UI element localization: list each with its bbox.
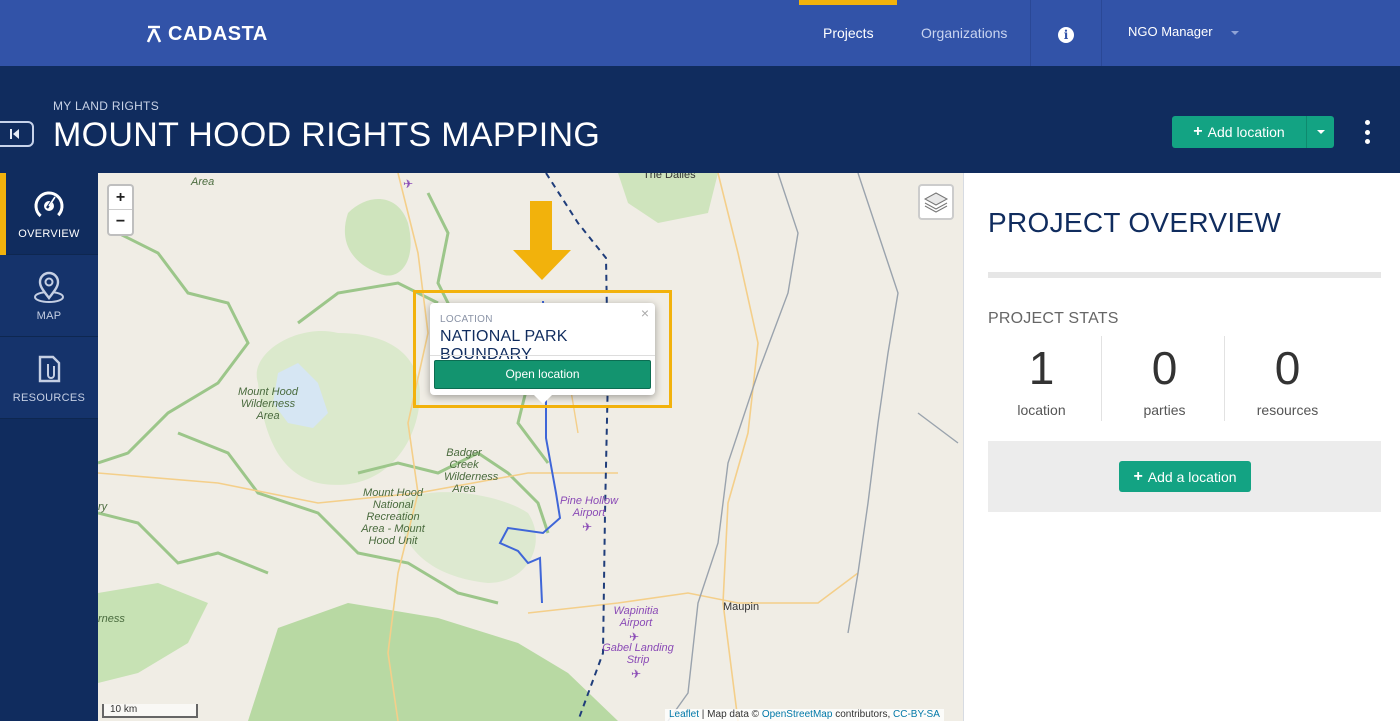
add-location-callout: + Add a location xyxy=(988,441,1381,512)
map-label-mount-hood-wilderness: Mount Hood Wilderness Area xyxy=(238,386,298,422)
layers-button[interactable] xyxy=(918,184,954,220)
open-location-button[interactable]: Open location xyxy=(434,360,651,389)
nav-divider xyxy=(1030,0,1031,66)
map-label-maupin: Maupin xyxy=(723,601,760,613)
callout-arrow-shaft xyxy=(530,201,552,255)
close-icon[interactable]: × xyxy=(641,305,649,321)
user-name: NGO Manager xyxy=(1128,24,1213,39)
popup-title: NATIONAL PARK BOUNDARY xyxy=(440,328,568,363)
stats-label: PROJECT STATS xyxy=(988,310,1119,327)
add-location-button-group: + Add location xyxy=(1172,116,1334,148)
more-options-icon[interactable] xyxy=(1364,120,1370,144)
chevron-down-icon xyxy=(1316,130,1325,134)
logo-mark-icon xyxy=(146,25,162,43)
zoom-control: + − xyxy=(107,184,134,236)
divider xyxy=(430,355,655,356)
collapse-sidebar-button[interactable] xyxy=(0,121,34,147)
stat-parties: 0 parties xyxy=(1103,336,1226,421)
sidebar-item-label: MAP xyxy=(36,309,62,322)
add-a-location-button[interactable]: + Add a location xyxy=(1119,461,1251,492)
logo-text: CADASTA xyxy=(168,22,268,45)
osm-link[interactable]: OpenStreetMap xyxy=(762,709,833,720)
nav-organizations[interactable]: Organizations xyxy=(921,0,1007,66)
organization-label[interactable]: MY LAND RIGHTS xyxy=(53,99,159,113)
nav-projects[interactable]: Projects xyxy=(823,0,874,66)
project-header: MY LAND RIGHTS MOUNT HOOD RIGHTS MAPPING… xyxy=(0,66,1400,173)
stat-label: location xyxy=(1017,402,1066,418)
map-label-the-dalles: The Dalles xyxy=(643,173,696,181)
stat-value: 1 xyxy=(1028,342,1055,394)
stat-locations: 1 location xyxy=(980,336,1103,421)
location-popup: × LOCATION NATIONAL PARK BOUNDARY Open l… xyxy=(430,303,655,404)
panel-title: PROJECT OVERVIEW xyxy=(988,207,1282,238)
map-label-area: Area xyxy=(191,176,215,188)
project-sidebar: OVERVIEW MAP RESOURCES xyxy=(0,173,98,721)
zoom-in-button[interactable]: + xyxy=(109,186,132,210)
popup-label: LOCATION xyxy=(440,314,493,325)
stat-value: 0 xyxy=(1274,342,1301,394)
map-label-pine-hollow: Pine Hollow Airport xyxy=(559,495,619,519)
add-location-label: Add location xyxy=(1207,124,1285,140)
project-overview-panel: PROJECT OVERVIEW PROJECT STATS 1 locatio… xyxy=(963,173,1400,721)
dashboard-icon xyxy=(34,191,64,220)
plus-icon: + xyxy=(1193,123,1203,140)
sidebar-item-label: RESOURCES xyxy=(12,391,86,404)
map-label-mount-hood-nra: Mount Hood National Recreation Area - Mo… xyxy=(361,487,425,547)
leaflet-link[interactable]: Leaflet xyxy=(669,709,699,720)
collapse-arrow-icon xyxy=(12,129,19,139)
file-clip-icon xyxy=(38,355,61,382)
add-location-button[interactable]: + Add location xyxy=(1172,116,1307,148)
sidebar-item-overview[interactable]: OVERVIEW xyxy=(0,173,98,255)
map-label-gabel: Gabel Landing Strip xyxy=(602,642,674,666)
callout-arrow-icon xyxy=(513,250,571,280)
sidebar-item-label: OVERVIEW xyxy=(18,227,80,240)
plus-icon: + xyxy=(1133,467,1143,485)
zoom-out-button[interactable]: − xyxy=(109,210,132,234)
add-location-dropdown-toggle[interactable] xyxy=(1307,116,1334,148)
map-label-wapinitia: Wapinitia Airport xyxy=(613,605,659,629)
sidebar-item-resources[interactable]: RESOURCES xyxy=(0,337,98,419)
attribution-contrib: contributors, xyxy=(832,709,894,720)
add-a-location-label: Add a location xyxy=(1147,468,1237,485)
chevron-down-icon xyxy=(1230,30,1239,35)
divider xyxy=(1224,336,1225,421)
stat-value: 0 xyxy=(1151,342,1178,394)
license-link[interactable]: CC-BY-SA xyxy=(893,709,940,720)
map-pin-icon xyxy=(34,271,64,303)
svg-text:✈: ✈ xyxy=(403,177,413,191)
map-label-rness: rness xyxy=(98,613,125,625)
nav-divider xyxy=(1101,0,1102,66)
divider xyxy=(1101,336,1102,421)
stat-label: parties xyxy=(1143,402,1186,418)
attribution-text: | Map data © xyxy=(699,709,762,720)
top-navbar: CADASTA Projects Organizations i NGO Man… xyxy=(0,0,1400,66)
map-attribution: Leaflet | Map data © OpenStreetMap contr… xyxy=(665,709,944,721)
layers-icon xyxy=(923,192,949,213)
stat-label: resources xyxy=(1256,402,1319,418)
collapse-bar-icon xyxy=(9,129,12,139)
map-label-ry: ry xyxy=(98,501,108,513)
user-menu[interactable]: NGO Manager xyxy=(1128,24,1239,39)
info-icon[interactable]: i xyxy=(1058,27,1074,43)
cadasta-logo[interactable]: CADASTA xyxy=(146,22,268,46)
project-title: MOUNT HOOD RIGHTS MAPPING xyxy=(53,116,601,154)
svg-text:✈: ✈ xyxy=(631,667,641,681)
map-scale: 10 km xyxy=(102,704,198,718)
svg-text:✈: ✈ xyxy=(582,520,592,534)
stat-resources: 0 resources xyxy=(1226,336,1349,421)
divider xyxy=(988,272,1381,278)
sidebar-item-map[interactable]: MAP xyxy=(0,255,98,337)
map-label-badger-creek: Badger Creek Wilderness Area xyxy=(444,447,499,495)
